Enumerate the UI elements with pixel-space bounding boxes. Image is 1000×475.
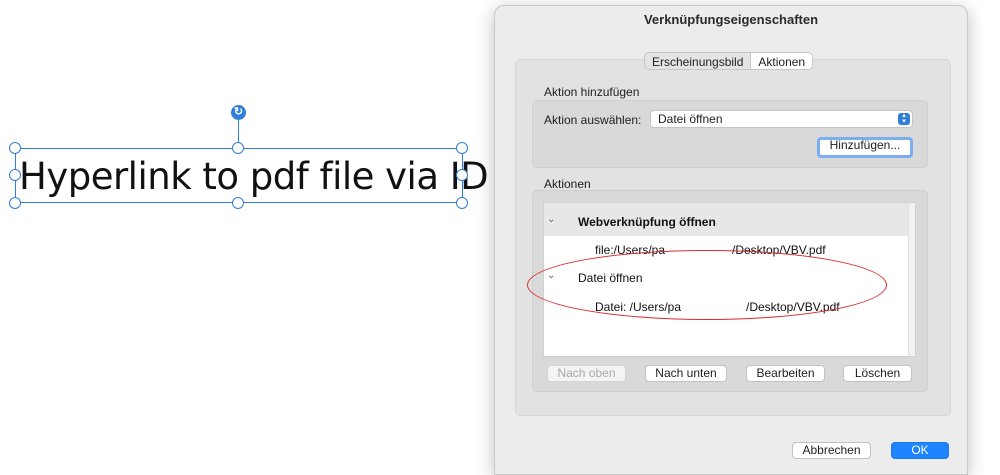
action-item-title[interactable]: Webverknüpfung öffnen (578, 215, 716, 229)
delete-button[interactable]: Löschen (843, 365, 912, 382)
list-scrollbar[interactable] (908, 203, 915, 356)
add-action-heading: Aktion hinzufügen (544, 85, 640, 99)
cancel-button[interactable]: Abbrechen (792, 442, 871, 459)
tab-bar: Erscheinungsbild Aktionen (644, 52, 814, 70)
action-select[interactable]: Datei öffnen ▴ ▾ (650, 110, 913, 128)
resize-handle-middle-right[interactable] (456, 169, 468, 181)
tab-actions[interactable]: Aktionen (750, 53, 813, 69)
link-properties-dialog: Verknüpfungseigenschaften Erscheinungsbi… (494, 5, 968, 475)
resize-handle-top-left[interactable] (9, 142, 21, 154)
dialog-title: Verknüpfungseigenschaften (643, 12, 819, 27)
annotation-ellipse (527, 250, 887, 320)
add-button[interactable]: Hinzufügen... (817, 137, 913, 158)
resize-handle-bottom-right[interactable] (456, 197, 468, 209)
move-down-button[interactable]: Nach unten (645, 365, 727, 382)
move-up-button[interactable]: Nach oben (547, 365, 626, 382)
ok-button[interactable]: OK (891, 442, 949, 459)
updown-chevron-icon: ▴ ▾ (898, 112, 910, 125)
actions-heading: Aktionen (544, 177, 591, 191)
resize-handle-top-right[interactable] (456, 142, 468, 154)
text-frame-selection-box[interactable] (15, 148, 463, 203)
resize-handle-bottom-left[interactable] (9, 197, 21, 209)
chevron-down-icon[interactable]: ⌄ (547, 214, 555, 225)
action-select-value: Datei öffnen (658, 112, 723, 126)
resize-handle-bottom-center[interactable] (232, 197, 244, 209)
screen: Hyperlink to pdf file via ID ↻ Verknüpfu… (0, 0, 1000, 475)
resize-handle-top-center[interactable] (232, 142, 244, 154)
select-action-label: Aktion auswählen: (544, 113, 642, 127)
tab-appearance[interactable]: Erscheinungsbild (645, 53, 750, 69)
resize-handle-middle-left[interactable] (9, 169, 21, 181)
rotate-icon[interactable]: ↻ (231, 105, 246, 120)
edit-button[interactable]: Bearbeiten (746, 365, 825, 382)
